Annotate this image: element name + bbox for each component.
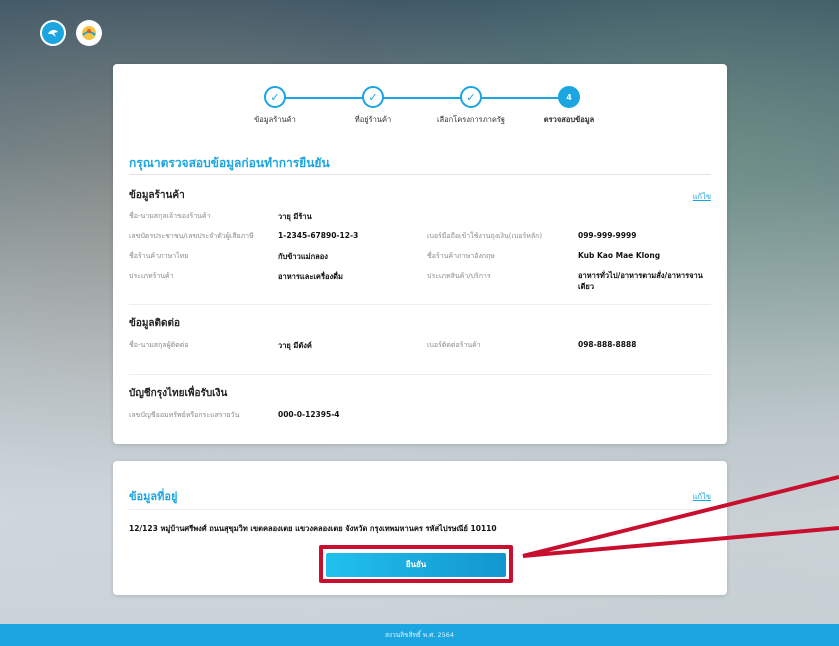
step-gov-project: ✓ เลือกโครงการภาครัฐ	[426, 86, 516, 126]
krungthai-logo	[40, 20, 66, 46]
main-phone-label: เบอร์มือถือเข้าใช้งานถุงเงิน(เบอร์หลัก)	[427, 232, 543, 240]
step-check-icon: ✓	[264, 86, 286, 108]
step-label: ที่อยู่ร้านค้า	[354, 115, 392, 124]
divider	[129, 374, 711, 375]
step-shop-info: ✓ ข้อมูลร้านค้า	[230, 86, 320, 126]
step-shop-address: ✓ ที่อยู่ร้านค้า	[328, 86, 418, 126]
step-label: ตรวจสอบข้อมูล	[543, 115, 595, 124]
confirm-button-highlight: ยืนยัน	[319, 545, 513, 583]
shop-name-en-value: Kub Kao Mae Klong	[578, 251, 661, 260]
step-label: ข้อมูลร้านค้า	[254, 115, 296, 124]
address-heading: ข้อมูลที่อยู่	[129, 490, 178, 503]
shop-type-value: อาหารและเครื่องดื่ม	[278, 272, 343, 281]
shop-type-label: ประเภทร้านค้า	[129, 272, 174, 280]
bank-account-value: 000-0-12395-4	[278, 410, 340, 419]
contact-name-value: วายุ มีตังค์	[278, 341, 312, 350]
main-phone-value: 099-999-9999	[578, 231, 637, 240]
review-card: ✓ ข้อมูลร้านค้า ✓ ที่อยู่ร้านค้า ✓ เลือก…	[113, 64, 727, 444]
shop-info-heading: ข้อมูลร้านค้า	[129, 190, 185, 201]
step-check-icon: ✓	[460, 86, 482, 108]
contact-name-label: ชื่อ-นามสกุลผู้ติดต่อ	[129, 341, 189, 349]
owner-name-label: ชื่อ-นามสกุลเจ้าของร้านค้า	[129, 212, 211, 220]
contact-heading: ข้อมูลติดต่อ	[129, 318, 181, 329]
step-label: เลือกโครงการภาครัฐ	[436, 115, 506, 124]
step-check-icon: ✓	[362, 86, 384, 108]
shop-name-th-label: ชื่อร้านค้าภาษาไทย	[129, 252, 189, 260]
product-category-label: ประเภทสินค้า/บริการ	[427, 272, 491, 280]
shop-name-en-label: ชื่อร้านค้าภาษาอังกฤษ	[427, 252, 495, 260]
bank-account-heading: บัญชีกรุงไทยเพื่อรับเงิน	[129, 388, 228, 399]
divider	[129, 304, 711, 305]
address-card: ข้อมูลที่อยู่ แก้ไข 12/123 หมู่บ้านศรีพง…	[113, 461, 727, 595]
product-category-value: อาหารทั่วไป/อาหารตามสั่ง/อาหารจานเดียว	[578, 271, 703, 291]
contact-phone-value: 098-888-8888	[578, 340, 637, 349]
header-logos	[40, 20, 102, 46]
step-review: 4 ตรวจสอบข้อมูล	[524, 86, 614, 126]
edit-shop-info-link[interactable]: แก้ไข	[693, 191, 711, 203]
confirm-button[interactable]: ยืนยัน	[326, 552, 506, 577]
bank-account-label: เลขบัญชีออมทรัพย์หรือกระแสรายวัน	[129, 411, 240, 419]
divider	[129, 174, 711, 175]
copyright-text: สงวนลิขสิทธิ์ พ.ศ. 2564	[384, 631, 455, 639]
step-number-badge: 4	[558, 86, 580, 108]
owner-name-value: วายุ มีร้าน	[278, 212, 312, 221]
project-emblem-icon	[82, 26, 96, 40]
contact-phone-label: เบอร์ติดต่อร้านค้า	[427, 341, 481, 349]
page-title: กรุณาตรวจสอบข้อมูลก่อนทำการยืนยัน	[129, 156, 330, 170]
edit-address-link[interactable]: แก้ไข	[693, 491, 711, 503]
divider	[129, 509, 711, 510]
bird-icon	[48, 29, 58, 37]
address-text: 12/123 หมู่บ้านศรีพงศ์ ถนนสุขุมวิท เขตคล…	[129, 524, 497, 533]
tax-id-value: 1-2345-67890-12-3	[278, 231, 359, 240]
tax-id-label: เลขบัตรประชาชน/เลขประจำตัวผู้เสียภาษี	[129, 232, 254, 240]
footer: สงวนลิขสิทธิ์ พ.ศ. 2564	[0, 624, 839, 646]
project-logo	[76, 20, 102, 46]
progress-stepper: ✓ ข้อมูลร้านค้า ✓ ที่อยู่ร้านค้า ✓ เลือก…	[113, 86, 727, 126]
shop-name-th-value: กับข้าวแม่กลอง	[278, 252, 328, 261]
